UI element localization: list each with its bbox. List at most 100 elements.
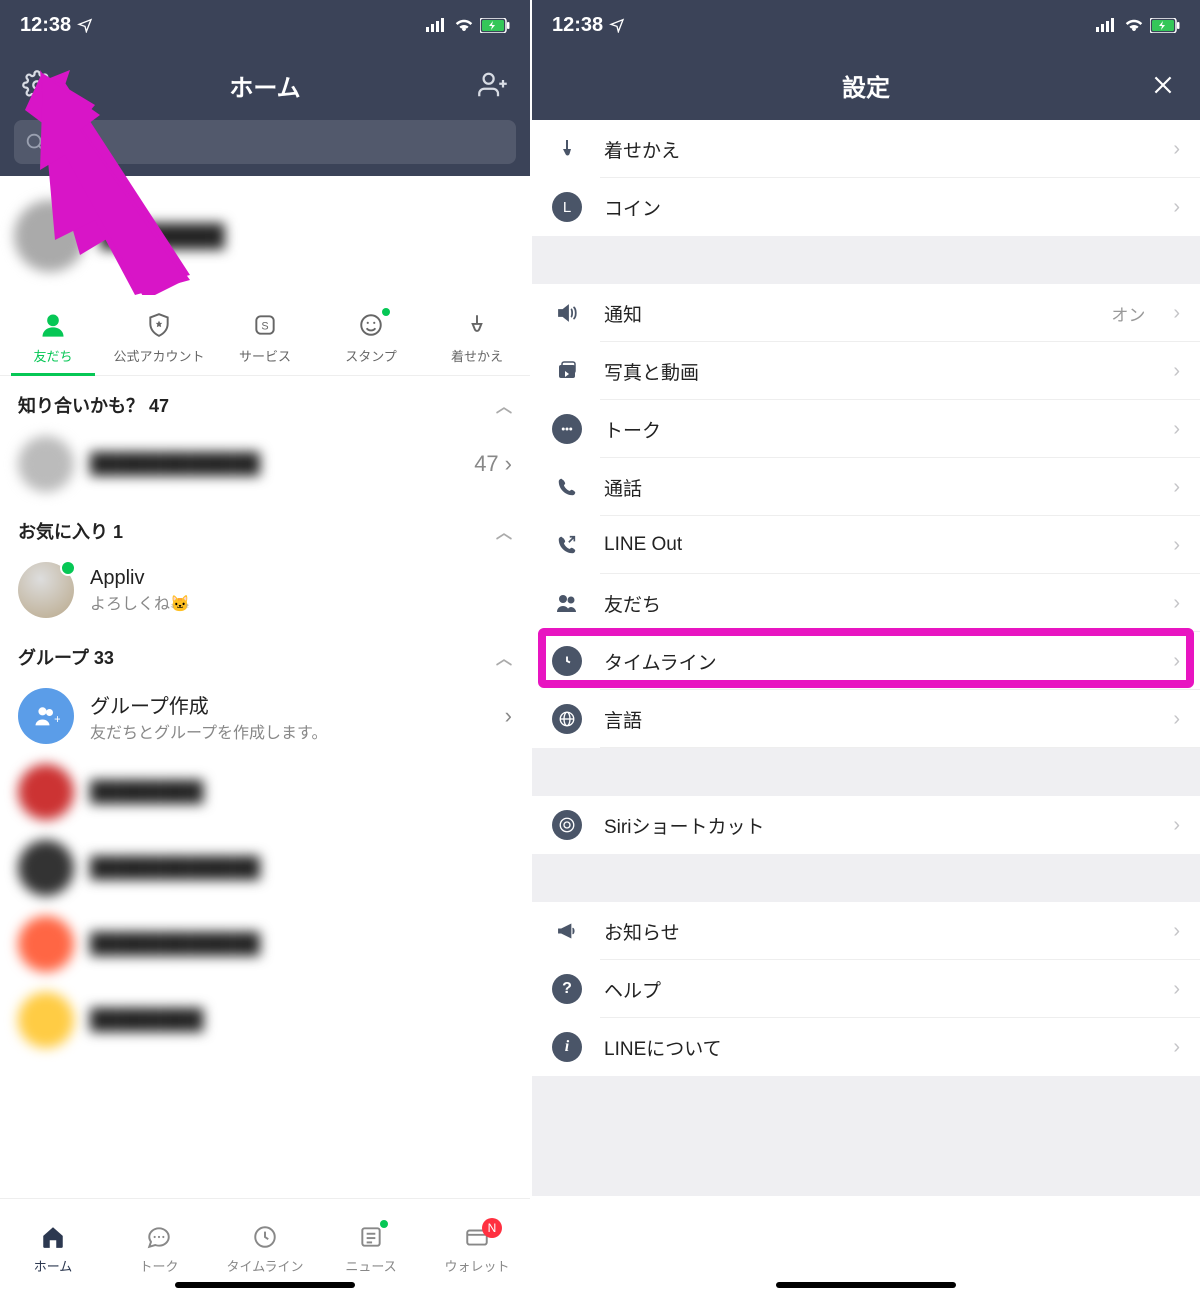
settings-item-notification[interactable]: 通知 オン › xyxy=(532,284,1200,342)
phone-out-icon xyxy=(556,534,578,556)
nav-label: ニュース xyxy=(345,1256,396,1275)
coin-icon: L xyxy=(552,192,582,222)
person-icon xyxy=(39,311,67,339)
wifi-icon xyxy=(1124,18,1144,32)
settings-item-theme[interactable]: 着せかえ › xyxy=(532,120,1200,178)
chevron-right-icon: › xyxy=(1173,534,1180,557)
avatar xyxy=(18,562,74,618)
smile-icon xyxy=(358,312,384,338)
home-indicator xyxy=(175,1282,355,1288)
section-suggest[interactable]: 知り合いかも？ 47 ︿ xyxy=(0,376,530,426)
chevron-right-icon: › xyxy=(1173,650,1180,673)
friend-status: よろしくね🐱 xyxy=(90,590,512,614)
list-item[interactable]: Appliv よろしくね🐱 xyxy=(0,552,530,628)
status-bar: 12:38 xyxy=(0,0,530,50)
svg-text:+: + xyxy=(54,713,60,726)
page-title: 設定 xyxy=(586,68,1146,103)
close-icon xyxy=(1150,72,1176,98)
nav-home[interactable]: ホーム xyxy=(0,1199,106,1298)
search-icon xyxy=(24,131,46,153)
settings-item-about[interactable]: i LINEについて › xyxy=(532,1018,1200,1076)
settings-item-announce[interactable]: お知らせ › xyxy=(532,902,1200,960)
settings-item-coin[interactable]: L コイン › xyxy=(532,178,1200,236)
status-time: 12:38 xyxy=(20,14,71,37)
battery-icon xyxy=(1150,18,1180,33)
chevron-right-icon: › xyxy=(1173,592,1180,615)
settings-item-language[interactable]: 言語 › xyxy=(532,690,1200,748)
chat-icon xyxy=(552,414,582,444)
settings-label: トーク xyxy=(604,416,1145,443)
settings-label: ヘルプ xyxy=(604,976,1145,1003)
nav-label: トーク xyxy=(139,1256,178,1275)
settings-item-help[interactable]: ? ヘルプ › xyxy=(532,960,1200,1018)
svg-text:S: S xyxy=(261,320,268,332)
settings-label: コイン xyxy=(604,194,1145,221)
megaphone-icon xyxy=(556,920,578,942)
brush-icon xyxy=(464,312,490,338)
settings-label: 通話 xyxy=(604,474,1145,501)
settings-label: 写真と動画 xyxy=(604,358,1145,385)
chevron-right-icon: › xyxy=(1173,1036,1180,1059)
section-favorites[interactable]: お気に入り 1 ︿ xyxy=(0,502,530,552)
friends-icon xyxy=(555,591,579,615)
nav-wallet[interactable]: N ウォレット xyxy=(424,1199,530,1298)
create-group-item[interactable]: + グループ作成 友だちとグループを作成します。 › xyxy=(0,678,530,754)
settings-item-friends[interactable]: 友だち › xyxy=(532,574,1200,632)
section-title: グループ 33 xyxy=(18,644,114,670)
add-friend-icon[interactable] xyxy=(476,68,510,102)
location-icon xyxy=(609,17,625,33)
service-icon: S xyxy=(252,312,278,338)
tab-stickers[interactable]: スタンプ xyxy=(318,296,424,375)
location-icon xyxy=(77,17,93,33)
tab-services[interactable]: S サービス xyxy=(212,296,318,375)
page-title: ホーム xyxy=(54,68,476,103)
avatar xyxy=(14,200,86,272)
settings-label: Siriショートカット xyxy=(604,812,1145,839)
chevron-right-icon: › xyxy=(1173,138,1180,161)
close-button[interactable] xyxy=(1146,68,1180,102)
chevron-right-icon: › xyxy=(1173,476,1180,499)
nav-label: ウォレット xyxy=(444,1256,509,1275)
profile-row[interactable]: ████████ xyxy=(0,176,530,296)
list-item[interactable]: ████████ xyxy=(0,982,530,1048)
clock-icon xyxy=(552,646,582,676)
section-title: 知り合いかも？ 47 xyxy=(18,392,169,418)
search-input[interactable] xyxy=(14,120,516,164)
speaker-icon xyxy=(555,301,579,325)
chevron-right-icon: › xyxy=(1173,196,1180,219)
settings-label: 着せかえ xyxy=(604,136,1145,163)
chevron-right-icon: › xyxy=(505,703,512,729)
info-icon: i xyxy=(552,1032,582,1062)
signal-icon xyxy=(426,18,448,32)
list-item[interactable]: ████████ xyxy=(0,754,530,830)
count: 47 xyxy=(474,451,498,477)
settings-item-photo[interactable]: 写真と動画 › xyxy=(532,342,1200,400)
settings-label: 友だち xyxy=(604,590,1145,617)
settings-item-call[interactable]: 通話 › xyxy=(532,458,1200,516)
shield-icon xyxy=(146,312,172,338)
tab-themes[interactable]: 着せかえ xyxy=(424,296,530,375)
chevron-right-icon: › xyxy=(1173,814,1180,837)
phone-icon xyxy=(556,476,578,498)
settings-label: LINEについて xyxy=(604,1034,1145,1061)
list-item[interactable]: ████████████ xyxy=(0,830,530,906)
settings-item-lineout[interactable]: LINE Out › xyxy=(532,516,1200,574)
settings-item-talk[interactable]: トーク › xyxy=(532,400,1200,458)
settings-icon[interactable] xyxy=(20,68,54,102)
group-add-icon: + xyxy=(18,688,74,744)
tab-friends[interactable]: 友だち xyxy=(0,296,106,375)
list-item[interactable]: ████████████ xyxy=(0,906,530,982)
section-groups[interactable]: グループ 33 ︿ xyxy=(0,628,530,678)
tab-official[interactable]: 公式アカウント xyxy=(106,296,212,375)
settings-item-timeline[interactable]: タイムライン › xyxy=(532,632,1200,690)
chevron-up-icon: ︿ xyxy=(496,519,512,543)
home-indicator xyxy=(776,1282,956,1288)
settings-label: LINE Out xyxy=(604,534,1145,556)
tab-label: 友だち xyxy=(33,346,72,365)
tab-label: サービス xyxy=(239,346,291,365)
settings-item-siri[interactable]: Siriショートカット › xyxy=(532,796,1200,854)
settings-label: 通知 xyxy=(604,300,1089,327)
list-item[interactable]: ████████████ 47› xyxy=(0,426,530,502)
home-icon xyxy=(40,1224,66,1250)
chevron-right-icon: › xyxy=(505,451,512,477)
